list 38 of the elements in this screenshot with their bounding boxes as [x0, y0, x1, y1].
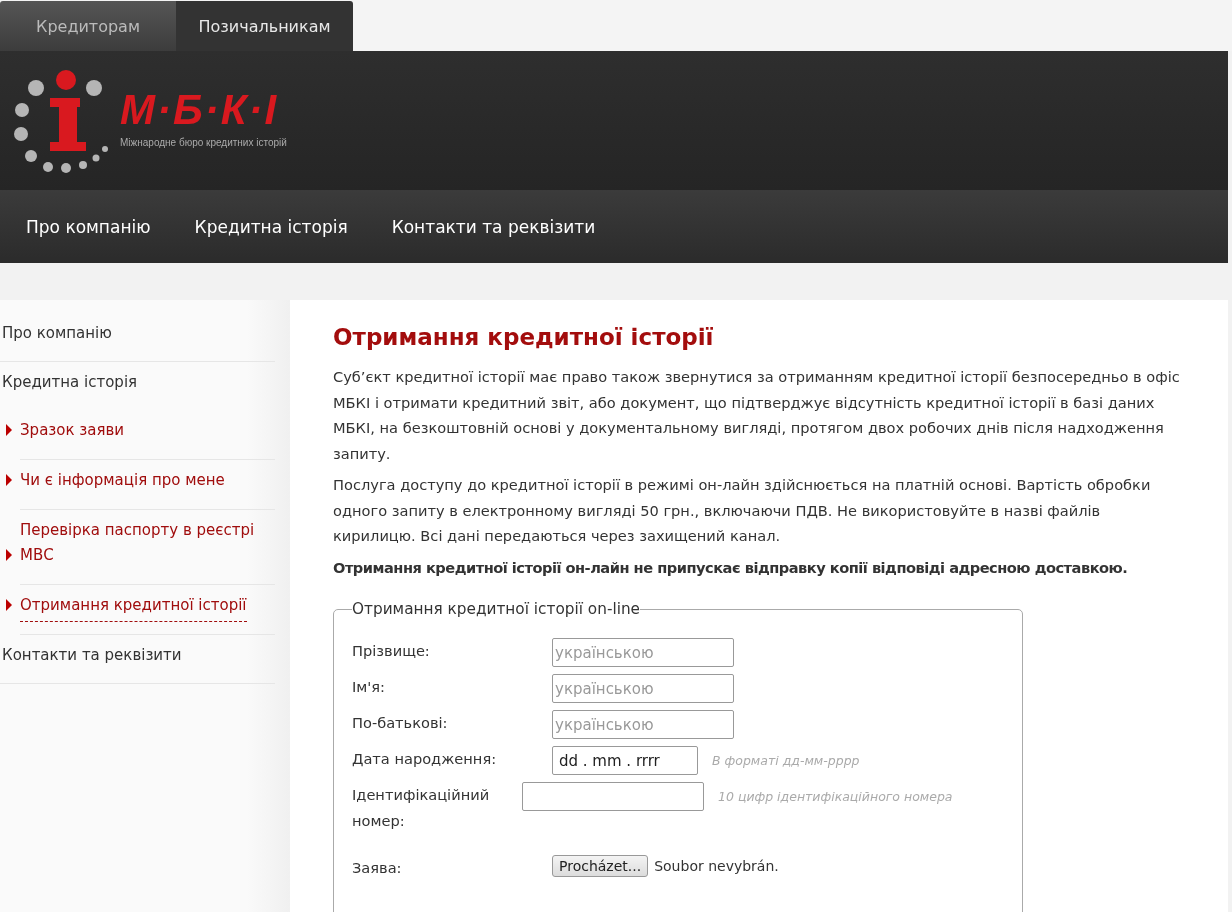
form-legend: Отримання кредитної історії on-line: [352, 600, 641, 618]
caret-icon: [6, 549, 12, 561]
caret-icon: [6, 599, 12, 611]
top-tab[interactable]: Позичальникам: [176, 1, 353, 51]
sidebar-sublink[interactable]: Зразок заяви: [20, 418, 125, 447]
field-label: Прізвище:: [352, 641, 431, 661]
logo-title: М·Б·К·І: [120, 89, 280, 131]
field-label: Ідентифікаційний номер:: [352, 785, 491, 831]
input-field[interactable]: українською: [552, 638, 734, 667]
caret-icon: [6, 474, 12, 486]
sidebar-link[interactable]: Про компанію: [0, 313, 275, 362]
sidebar-sublink[interactable]: Чи є інформація про мене: [20, 468, 225, 497]
paragraph: Суб’єкт кредитної історії має право також звернутися за отриманням кредитної історії безпосередньо в офіс МБКІ і отримати кредитний звіт, або документ, що підтверджує відсутність кредитної історії в базі даних МБКІ, на безкоштовній основі у документальному вигляді, протягом двох робочих днів після надходження запиту.: [333, 367, 1181, 464]
paragraph: Отримання кредитної історії он-лайн не припускає відправку копії відповіді адресною доставкою.: [333, 557, 1129, 578]
sidebar-sublink[interactable]: Отримання кредитної історії: [20, 593, 247, 622]
sidebar-sublink[interactable]: Перевірка паспорту в реєстрі МВС: [20, 518, 275, 572]
nav-link[interactable]: Контакти та реквізити: [391, 216, 596, 237]
top-tab[interactable]: Кредиторам: [0, 1, 176, 51]
nav-link[interactable]: Про компанію: [26, 216, 151, 237]
field-label: По-батькові:: [352, 713, 449, 733]
field-label: Заява:: [352, 858, 403, 878]
input-field[interactable]: [522, 782, 704, 811]
date-field[interactable]: dd . mm . rrrr: [552, 746, 698, 775]
input-field[interactable]: українською: [552, 710, 734, 739]
field-label: Дата народження:: [352, 749, 498, 769]
logo-subtitle: Міжнародне бюро кредитних історій: [120, 137, 287, 148]
page-heading: Отримання кредитної історії: [333, 324, 715, 350]
browse-button[interactable]: Procházet...: [552, 855, 649, 877]
file-status: Soubor nevybrán.: [654, 858, 779, 874]
sidebar-link[interactable]: Кредитна історія: [0, 362, 275, 410]
input-field[interactable]: українською: [552, 674, 734, 703]
sidebar-link[interactable]: Контакти та реквізити: [0, 635, 275, 684]
field-hint: 10 цифр ідентифікаційного номера: [718, 788, 953, 806]
paragraph: Послуга доступу до кредитної історії в режимі он-лайн здійснюється на платній основі. Вартість обробки одного запиту в електронному вигляді 50 грн., включаючи ПДВ. Не використовуйте в назві файлів кирилицю. Всі дані передаються через захищений канал.: [333, 475, 1152, 546]
nav-link[interactable]: Кредитна історія: [194, 216, 348, 237]
caret-icon: [6, 424, 12, 436]
field-hint: В форматі дд-мм-рррр: [712, 752, 860, 770]
field-label: Ім'я:: [352, 677, 387, 697]
